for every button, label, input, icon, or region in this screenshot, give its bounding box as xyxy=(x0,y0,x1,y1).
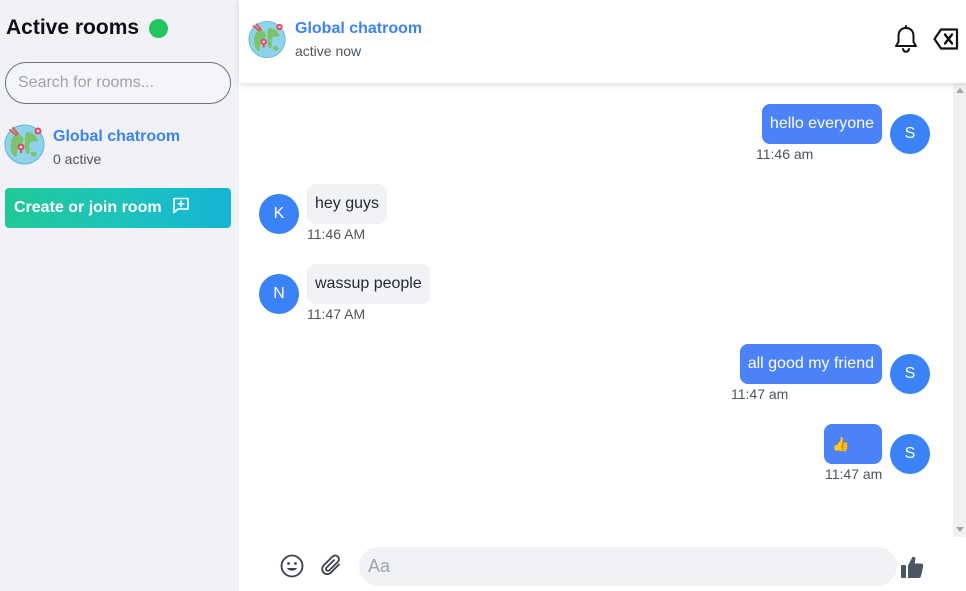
online-indicator xyxy=(149,18,169,38)
avatar: S xyxy=(890,354,930,394)
message-time: 11:46 AM xyxy=(307,226,366,242)
message-time: 11:47 am xyxy=(731,386,789,402)
globe-icon xyxy=(4,124,45,170)
scroll-up-icon[interactable] xyxy=(956,88,964,93)
create-join-room-button[interactable]: Create or join room xyxy=(5,188,231,228)
room-info: Global chatroom 0 active xyxy=(53,128,180,167)
add-chat-icon xyxy=(172,197,190,219)
emoji-icon[interactable] xyxy=(280,554,304,578)
backspace-close-icon[interactable] xyxy=(933,27,959,51)
message-bubble-incoming: hey guys xyxy=(307,184,388,224)
room-search-input[interactable] xyxy=(5,62,231,104)
message-time: 11:47 AM xyxy=(307,306,366,322)
sidebar-header: Active rooms xyxy=(6,16,169,40)
avatar: N xyxy=(259,274,299,314)
message-bubble-outgoing: hello everyone xyxy=(761,104,882,144)
thumbs-up-icon[interactable] xyxy=(899,554,925,580)
message-time: 11:46 am xyxy=(756,146,814,162)
room-name: Global chatroom xyxy=(53,127,181,145)
avatar: S xyxy=(890,434,930,474)
create-join-room-label: Create or join room xyxy=(14,199,162,216)
scroll-down-icon[interactable] xyxy=(956,527,964,532)
message-bubble-outgoing: all good my friend xyxy=(739,344,882,384)
header-status: active now xyxy=(295,43,362,59)
sidebar: Active rooms Global chatroom 0 ac xyxy=(0,0,239,591)
sidebar-title: Active rooms xyxy=(6,16,140,39)
room-active-count: 0 active xyxy=(53,150,102,167)
avatar: S xyxy=(890,114,930,154)
message-composer xyxy=(239,537,966,591)
message-input[interactable] xyxy=(359,547,897,586)
globe-icon xyxy=(248,20,286,64)
message-bubble-incoming: wassup people xyxy=(307,264,430,304)
message-bubble-outgoing: 👍 xyxy=(824,424,882,464)
chat-header: Global chatroom active now xyxy=(239,0,966,83)
chat-app: Active rooms Global chatroom 0 ac xyxy=(0,0,966,591)
message-list[interactable]: hello everyone 11:46 am S K hey guys 11:… xyxy=(239,83,953,537)
message-list-scrollbar[interactable] xyxy=(953,83,966,537)
bell-icon[interactable] xyxy=(893,25,919,53)
avatar: K xyxy=(259,194,299,234)
message-time: 11:47 am xyxy=(825,466,883,482)
paperclip-icon[interactable] xyxy=(319,553,345,579)
header-room-name: Global chatroom xyxy=(295,20,423,37)
sidebar-item-global-chatroom[interactable]: Global chatroom 0 active xyxy=(4,124,234,170)
